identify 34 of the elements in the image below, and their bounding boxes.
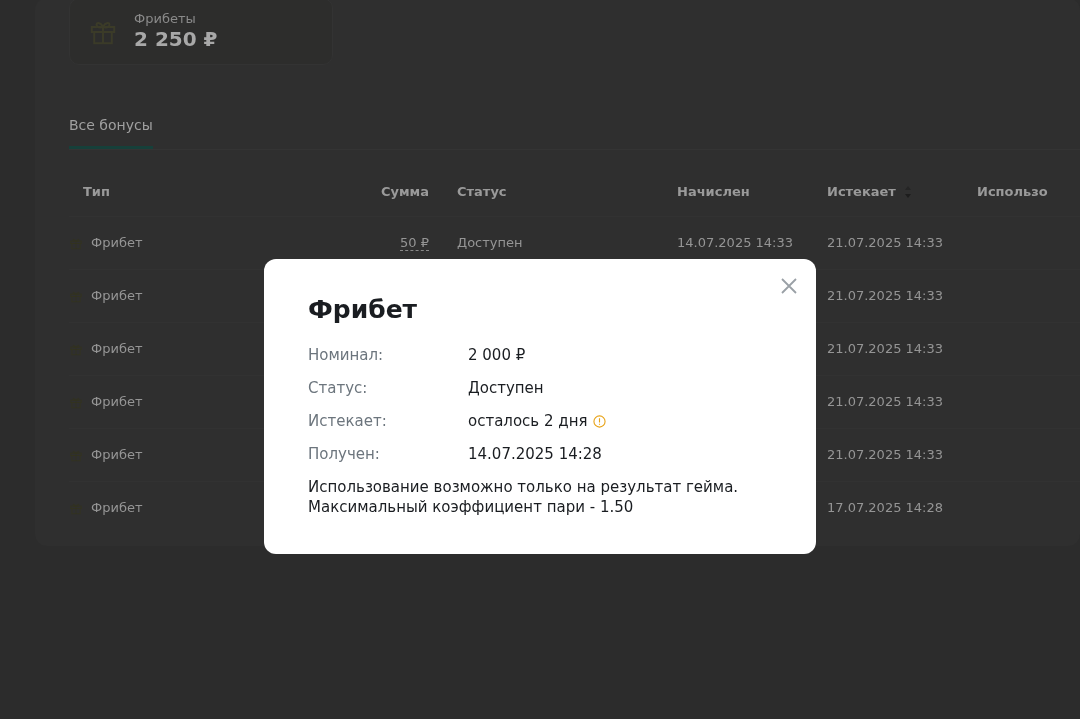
terms-note: Использование возможно только на результат гейма. Максимальный коэффициент пари - 1.50	[308, 477, 740, 518]
summary-label: Фрибеты	[134, 12, 197, 27]
field-value: Доступен	[468, 378, 544, 400]
amount-link[interactable]: 50 ₽	[400, 235, 429, 252]
field-label: Статус:	[308, 378, 369, 400]
table-cell: 21.07.2025 14:33	[827, 235, 944, 251]
column-header: Сумма	[380, 184, 429, 200]
table-cell: Фрибет	[91, 447, 143, 463]
field-label: Номинал:	[308, 345, 385, 367]
column-header[interactable]: Истекает	[827, 182, 896, 202]
field-value: осталось 2 дня	[468, 411, 588, 433]
column-header: Тип	[83, 184, 110, 200]
table-cell: Фрибет	[91, 500, 143, 516]
table-cell: 21.07.2025 14:33	[827, 394, 944, 410]
table-cell: 14.07.2025 14:33	[677, 235, 794, 251]
table-cell: 21.07.2025 14:33	[827, 341, 944, 357]
table-cell: 21.07.2025 14:33	[827, 288, 944, 304]
table-cell: Фрибет	[91, 394, 143, 410]
field-value: 14.07.2025 14:28	[468, 444, 602, 466]
table-cell: Фрибет	[91, 235, 143, 251]
modal-title: Фрибет	[308, 295, 419, 325]
summary-value: 2 250 ₽	[134, 26, 218, 51]
tab[interactable]: Все бонусы	[69, 115, 153, 149]
table-cell: 21.07.2025 14:33	[827, 447, 944, 463]
column-header: Использо	[977, 183, 1048, 202]
field-label: Истекает:	[308, 411, 388, 433]
table-cell: Доступен	[457, 235, 523, 251]
table-cell: 17.07.2025 14:28	[827, 500, 944, 516]
field-value: 2 000 ₽	[468, 345, 526, 367]
table-cell: Фрибет	[91, 341, 143, 357]
column-header: Начислен	[677, 183, 750, 202]
field-label: Получен:	[308, 444, 381, 466]
column-header: Статус	[457, 183, 507, 202]
table-cell: Фрибет	[91, 288, 143, 304]
